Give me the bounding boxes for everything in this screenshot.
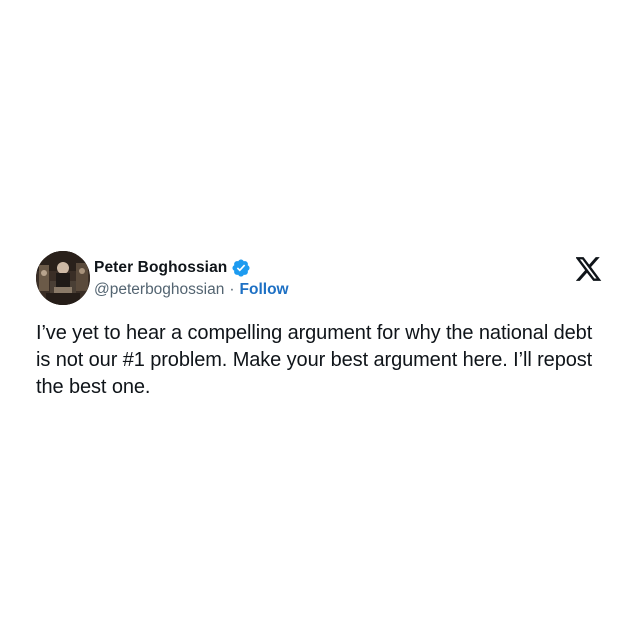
- tweet-card: Peter Boghossian @peterboghossian · Foll…: [36, 251, 608, 401]
- verified-badge-icon: [231, 258, 251, 278]
- display-name[interactable]: Peter Boghossian: [94, 259, 227, 277]
- x-logo-icon[interactable]: [575, 257, 602, 281]
- handle-row: @peterboghossian · Follow: [94, 281, 608, 299]
- avatar-image: [36, 251, 90, 305]
- author-handle[interactable]: @peterboghossian: [94, 281, 224, 299]
- separator-dot: ·: [229, 281, 235, 298]
- tweet-header: Peter Boghossian @peterboghossian · Foll…: [36, 251, 608, 307]
- tweet-text: I’ve yet to hear a compelling argument f…: [36, 322, 593, 398]
- name-row: Peter Boghossian: [94, 257, 608, 279]
- author-block: Peter Boghossian @peterboghossian · Foll…: [94, 257, 608, 299]
- avatar[interactable]: [36, 251, 90, 305]
- follow-button[interactable]: Follow: [240, 281, 289, 299]
